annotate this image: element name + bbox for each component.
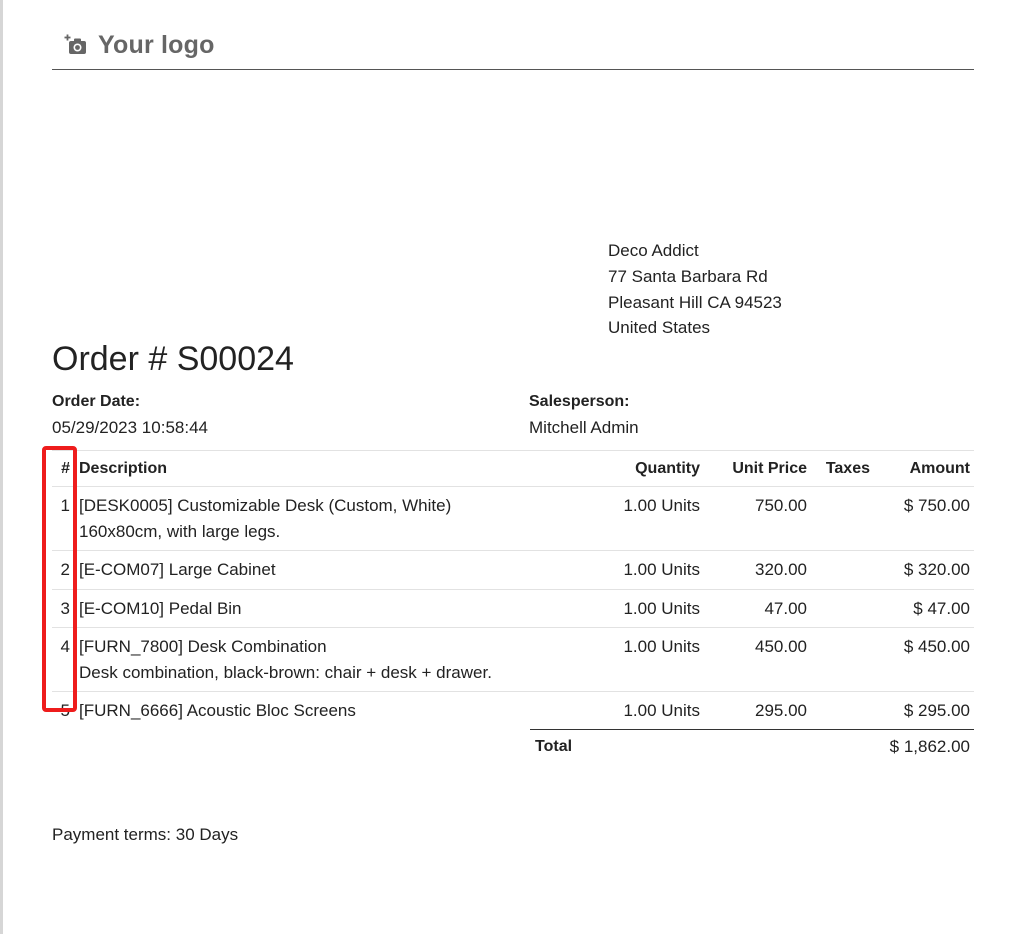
line-description: [FURN_6666] Acoustic Bloc Screens bbox=[70, 698, 550, 724]
line-number-highlight-box bbox=[42, 446, 77, 712]
page-left-border bbox=[0, 0, 3, 934]
header-taxes: Taxes bbox=[825, 459, 870, 477]
product-note: Desk combination, black-brown: chair + d… bbox=[79, 662, 492, 682]
order-title: Order # S00024 bbox=[52, 340, 294, 378]
line-description: [DESK0005] Customizable Desk (Custom, Wh… bbox=[70, 493, 550, 544]
table-row: 3 [E-COM10] Pedal Bin 1.00 Units 47.00 $… bbox=[52, 588, 974, 628]
customer-country: United States bbox=[608, 318, 711, 338]
table-row: 2 [E-COM07] Large Cabinet 1.00 Units 320… bbox=[52, 550, 974, 589]
logo-text: Your logo bbox=[98, 30, 215, 59]
header-amount: Amount bbox=[909, 459, 970, 477]
total-value: $ 1,862.00 bbox=[889, 737, 970, 756]
customer-name: Deco Addict bbox=[608, 241, 699, 260]
line-quantity: 1.00 Units bbox=[623, 560, 700, 579]
salesperson-label: Salesperson: bbox=[529, 393, 630, 410]
line-quantity: 1.00 Units bbox=[623, 598, 700, 618]
line-amount: $ 47.00 bbox=[913, 598, 970, 618]
customer-address: Deco Addict 77 Santa Barbara Rd Pleasant… bbox=[608, 238, 782, 341]
line-amount: $ 750.00 bbox=[903, 496, 970, 515]
header-description: Description bbox=[79, 459, 168, 477]
payment-terms: Payment terms: 30 Days bbox=[52, 825, 239, 844]
company-logo: Your logo bbox=[52, 24, 232, 66]
table-row: 1 [DESK0005] Customizable Desk (Custom, … bbox=[52, 486, 974, 550]
product-name: [E-COM07] Large Cabinet bbox=[79, 560, 276, 579]
line-amount: $ 295.00 bbox=[903, 701, 970, 720]
line-unit-price: 295.00 bbox=[755, 701, 807, 720]
table-row: 4 [FURN_7800] Desk Combination Desk comb… bbox=[52, 627, 974, 691]
customer-city: Pleasant Hill CA 94523 bbox=[608, 292, 782, 312]
line-amount: $ 450.00 bbox=[903, 637, 970, 656]
product-name: [E-COM10] Pedal Bin bbox=[79, 598, 242, 618]
product-name: [FURN_7800] Desk Combination bbox=[79, 637, 327, 656]
line-description: [FURN_7800] Desk Combination Desk combin… bbox=[70, 634, 550, 685]
camera-plus-icon bbox=[64, 34, 86, 54]
order-lines-table: # Description Quantity Unit Price Taxes … bbox=[52, 450, 974, 730]
salesperson-value: Mitchell Admin bbox=[529, 418, 639, 437]
order-document: Your logo Deco Addict 77 Santa Barbara R… bbox=[52, 0, 974, 934]
line-unit-price: 47.00 bbox=[764, 598, 807, 618]
product-name: [DESK0005] Customizable Desk (Custom, Wh… bbox=[79, 496, 452, 515]
order-date-label: Order Date: bbox=[52, 393, 141, 410]
product-name: [FURN_6666] Acoustic Bloc Screens bbox=[79, 701, 356, 720]
total-label: Total bbox=[535, 738, 573, 755]
table-row: 5 [FURN_6666] Acoustic Bloc Screens 1.00… bbox=[52, 691, 974, 730]
line-amount: $ 320.00 bbox=[903, 560, 970, 579]
line-description: [E-COM10] Pedal Bin bbox=[70, 596, 550, 622]
header-unit-price: Unit Price bbox=[732, 459, 807, 477]
line-unit-price: 450.00 bbox=[755, 637, 807, 656]
line-description: [E-COM07] Large Cabinet bbox=[70, 557, 550, 583]
totals-row: Total $ 1,862.00 bbox=[530, 729, 974, 758]
header-divider bbox=[52, 69, 974, 70]
table-header-row: # Description Quantity Unit Price Taxes … bbox=[52, 450, 974, 486]
customer-street: 77 Santa Barbara Rd bbox=[608, 266, 768, 286]
order-date-value: 05/29/2023 10:58:44 bbox=[52, 418, 208, 437]
line-unit-price: 320.00 bbox=[755, 560, 807, 579]
header-quantity: Quantity bbox=[635, 459, 700, 477]
line-quantity: 1.00 Units bbox=[623, 701, 700, 720]
line-unit-price: 750.00 bbox=[755, 496, 807, 515]
product-note: 160x80cm, with large legs. bbox=[79, 521, 281, 541]
line-quantity: 1.00 Units bbox=[623, 496, 700, 515]
line-quantity: 1.00 Units bbox=[623, 637, 700, 656]
